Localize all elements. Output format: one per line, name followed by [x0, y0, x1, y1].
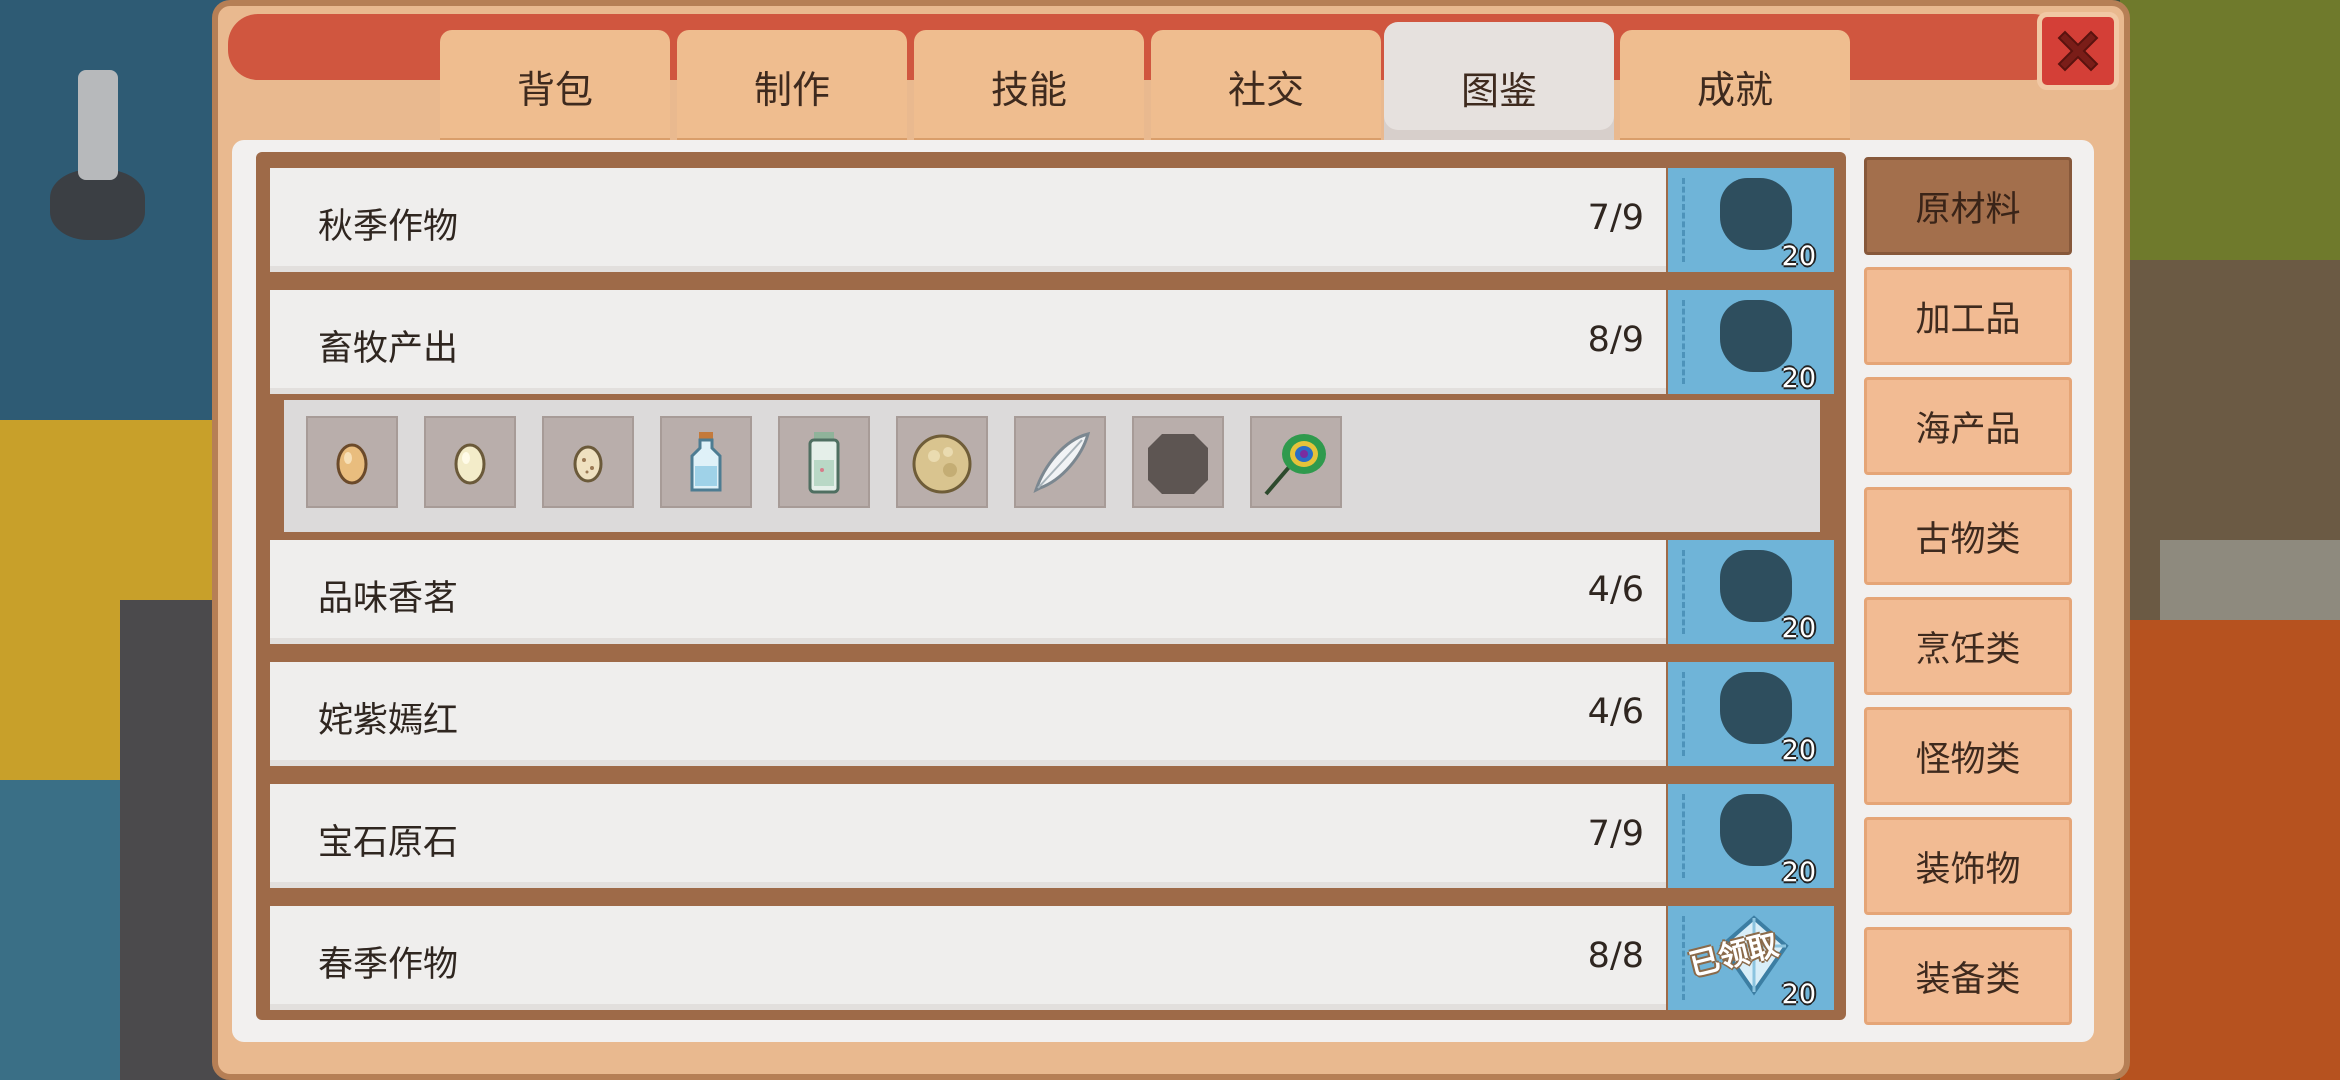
grass-area — [2120, 0, 2340, 260]
locked-reward-icon — [1720, 550, 1792, 622]
collection-row-body[interactable]: 春季作物 8/8 — [270, 906, 1666, 1010]
reward-amount: 20 — [1781, 735, 1816, 766]
category-raw-materials[interactable]: 原材料 — [1864, 157, 2072, 255]
tab-backpack[interactable]: 背包 — [440, 30, 670, 142]
reward-button[interactable]: 20 — [1668, 784, 1834, 888]
collection-progress: 8/9 — [1587, 320, 1644, 360]
collection-title: 品味香茗 — [318, 579, 459, 619]
collection-progress: 7/9 — [1587, 198, 1644, 238]
brown-egg-icon — [336, 443, 368, 485]
reward-button[interactable]: 20 — [1668, 540, 1834, 644]
collection-title: 秋季作物 — [318, 207, 459, 247]
collection-row-body[interactable]: 品味香茗 4/6 — [270, 540, 1666, 644]
unknown-item-icon — [1148, 434, 1208, 494]
category-processed-goods[interactable]: 加工品 — [1864, 267, 2072, 365]
list-item: 秋季作物 7/9 20 — [270, 168, 1834, 276]
collection-progress: 4/6 — [1587, 570, 1644, 610]
reward-button[interactable]: 20 — [1668, 662, 1834, 766]
lighthouse — [50, 70, 145, 240]
item-slot[interactable] — [424, 416, 516, 508]
goat-milk-bottle-icon — [808, 432, 840, 494]
category-cooking[interactable]: 烹饪类 — [1864, 597, 2072, 695]
autumn-tree — [2120, 620, 2340, 1080]
item-slot[interactable] — [1250, 416, 1342, 508]
category-monsters[interactable]: 怪物类 — [1864, 707, 2072, 805]
tab-achievements[interactable]: 成就 — [1620, 30, 1850, 142]
collection-progress: 8/8 — [1587, 936, 1644, 976]
reward-amount: 20 — [1781, 363, 1816, 394]
item-slot[interactable] — [778, 416, 870, 508]
locked-reward-icon — [1720, 672, 1792, 744]
collection-title: 姹紫嫣红 — [318, 701, 459, 741]
item-slot[interactable] — [306, 416, 398, 508]
main-tabs: 背包 制作 技能 社交 图鉴 成就 — [440, 22, 1850, 152]
collection-title: 畜牧产出 — [318, 329, 459, 369]
list-item: 畜牧产出 8/9 20 — [270, 290, 1834, 398]
reward-button[interactable]: 20 — [1668, 168, 1834, 272]
collection-row-body[interactable]: 宝石原石 7/9 — [270, 784, 1666, 888]
list-item: 宝石原石 7/9 20 — [270, 784, 1834, 892]
category-antiques[interactable]: 古物类 — [1864, 487, 2072, 585]
collection-row-body[interactable]: 畜牧产出 8/9 — [270, 290, 1666, 394]
collection-progress: 4/6 — [1587, 692, 1644, 732]
collection-title: 春季作物 — [318, 945, 459, 985]
item-slot[interactable] — [660, 416, 752, 508]
collection-row-body[interactable]: 秋季作物 7/9 — [270, 168, 1666, 272]
tab-social[interactable]: 社交 — [1151, 30, 1381, 142]
category-equipment[interactable]: 装备类 — [1864, 927, 2072, 1025]
tab-collection[interactable]: 图鉴 — [1384, 22, 1614, 152]
tab-crafting[interactable]: 制作 — [677, 30, 907, 142]
item-slot[interactable] — [1014, 416, 1106, 508]
locked-reward-icon — [1720, 178, 1792, 250]
collection-title: 宝石原石 — [318, 823, 459, 863]
item-slot[interactable] — [896, 416, 988, 508]
expanded-items-strip — [284, 400, 1820, 532]
white-egg-icon — [454, 443, 486, 485]
close-button[interactable] — [2037, 12, 2119, 90]
list-item: 姹紫嫣红 4/6 20 — [270, 662, 1834, 770]
reward-button[interactable]: 已领取 20 — [1668, 906, 1834, 1010]
list-item: 春季作物 8/8 已领取 20 — [270, 906, 1834, 1014]
water — [0, 780, 120, 1080]
reward-amount: 20 — [1781, 979, 1816, 1010]
reward-amount: 20 — [1781, 613, 1816, 644]
item-slot[interactable] — [542, 416, 634, 508]
reward-amount: 20 — [1781, 241, 1816, 272]
collection-row-body[interactable]: 姹紫嫣红 4/6 — [270, 662, 1666, 766]
list-item: 品味香茗 4/6 20 — [270, 540, 1834, 648]
item-slot[interactable] — [1132, 416, 1224, 508]
milk-bottle-icon — [690, 432, 722, 492]
category-decorations[interactable]: 装饰物 — [1864, 817, 2072, 915]
collection-progress: 7/9 — [1587, 814, 1644, 854]
category-seafood[interactable]: 海产品 — [1864, 377, 2072, 475]
locked-reward-icon — [1720, 794, 1792, 866]
peacock-feather-icon — [1264, 434, 1326, 496]
locked-reward-icon — [1720, 300, 1792, 372]
wool-icon — [912, 434, 972, 494]
reward-button[interactable]: 20 — [1668, 290, 1834, 394]
reward-amount: 20 — [1781, 857, 1816, 888]
tab-skills[interactable]: 技能 — [914, 30, 1144, 142]
close-icon — [2057, 30, 2099, 72]
speckled-egg-icon — [573, 445, 603, 483]
feather-icon — [1033, 431, 1091, 493]
